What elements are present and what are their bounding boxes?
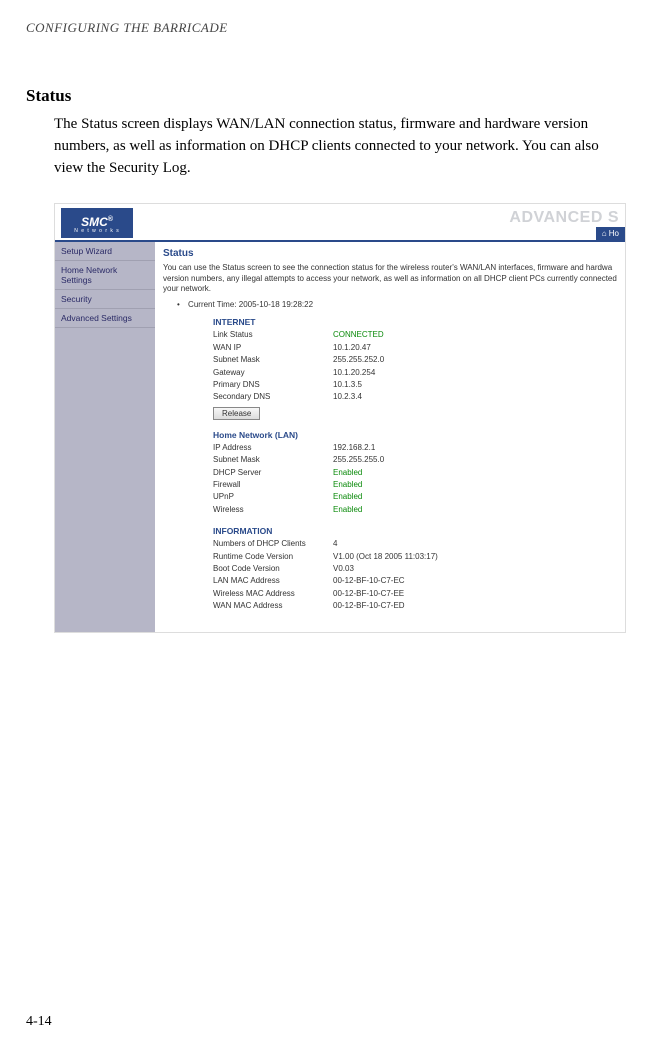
sidebar-item-security[interactable]: Security <box>55 290 155 309</box>
row-gateway: Gateway10.1.20.254 <box>213 367 617 379</box>
row-lan-mac: LAN MAC Address00-12-BF-10-C7-EC <box>213 575 617 587</box>
group-internet-title: INTERNET <box>213 317 617 327</box>
group-lan-title: Home Network (LAN) <box>213 430 617 440</box>
router-screenshot: SMC® N e t w o r k s ADVANCED S ⌂ Ho Set… <box>54 203 626 633</box>
row-runtime-version: Runtime Code VersionV1.00 (Oct 18 2005 1… <box>213 551 617 563</box>
group-lan: Home Network (LAN) IP Address192.168.2.1… <box>213 430 617 516</box>
status-intro: You can use the Status screen to see the… <box>163 263 617 294</box>
row-wireless-mac: Wireless MAC Address00-12-BF-10-C7-EE <box>213 588 617 600</box>
current-time-label: Current Time: <box>188 300 236 309</box>
current-time-row: Current Time: 2005-10-18 19:28:22 <box>177 300 617 309</box>
group-information: INFORMATION Numbers of DHCP Clients4 Run… <box>213 526 617 612</box>
status-title: Status <box>163 248 617 259</box>
row-dhcp-server: DHCP ServerEnabled <box>213 467 617 479</box>
main-panel: Status You can use the Status screen to … <box>155 242 625 632</box>
sidebar-item-home-network[interactable]: Home Network Settings <box>55 261 155 290</box>
sidebar-item-advanced-settings[interactable]: Advanced Settings <box>55 309 155 328</box>
logo-subtext: N e t w o r k s <box>74 228 120 234</box>
page-header: CONFIGURING THE BARRICADE <box>0 0 655 36</box>
row-secondary-dns: Secondary DNS10.2.3.4 <box>213 391 617 403</box>
row-subnet-mask-lan: Subnet Mask255.255.255.0 <box>213 454 617 466</box>
home-icon: ⌂ <box>602 229 609 238</box>
row-subnet-mask-wan: Subnet Mask255.255.252.0 <box>213 354 617 366</box>
logo-reg: ® <box>108 216 113 223</box>
row-dhcp-clients: Numbers of DHCP Clients4 <box>213 538 617 550</box>
release-button[interactable]: Release <box>213 407 260 420</box>
section-body: The Status screen displays WAN/LAN conne… <box>0 106 655 179</box>
sidebar-item-setup-wizard[interactable]: Setup Wizard <box>55 242 155 261</box>
row-wan-ip: WAN IP10.1.20.47 <box>213 342 617 354</box>
row-wan-mac: WAN MAC Address00-12-BF-10-C7-ED <box>213 600 617 612</box>
top-bar: SMC® N e t w o r k s ADVANCED S ⌂ Ho <box>55 204 625 240</box>
current-time-value: 2005-10-18 19:28:22 <box>239 300 313 309</box>
page-number: 4-14 <box>26 1014 52 1030</box>
home-button-label: Ho <box>609 229 619 238</box>
group-information-title: INFORMATION <box>213 526 617 536</box>
group-internet: INTERNET Link StatusCONNECTED WAN IP10.1… <box>213 317 617 419</box>
brand-logo: SMC® N e t w o r k s <box>61 208 133 238</box>
row-firewall: FirewallEnabled <box>213 479 617 491</box>
row-primary-dns: Primary DNS10.1.3.5 <box>213 379 617 391</box>
logo-text: SMC <box>81 215 108 229</box>
advanced-heading: ADVANCED S <box>509 209 619 227</box>
row-link-status: Link StatusCONNECTED <box>213 329 617 341</box>
row-upnp: UPnPEnabled <box>213 491 617 503</box>
row-boot-version: Boot Code VersionV0.03 <box>213 563 617 575</box>
row-wireless: WirelessEnabled <box>213 504 617 516</box>
sidebar: Setup Wizard Home Network Settings Secur… <box>55 242 155 632</box>
section-title: Status <box>0 36 655 106</box>
row-ip-address: IP Address192.168.2.1 <box>213 442 617 454</box>
home-button[interactable]: ⌂ Ho <box>596 227 625 240</box>
